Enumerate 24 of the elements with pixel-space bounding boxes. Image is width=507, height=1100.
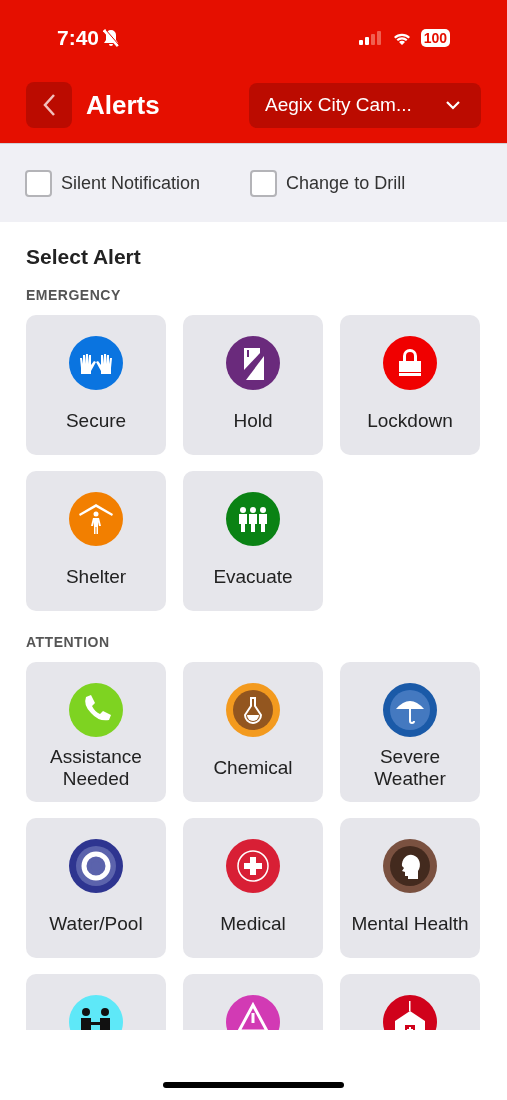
- alert-tile[interactable]: Shelter: [26, 471, 166, 611]
- alert-tile[interactable]: Hold: [183, 315, 323, 455]
- alert-tile[interactable]: Chemical: [183, 662, 323, 802]
- alert-tile[interactable]: Assistance Needed: [26, 662, 166, 802]
- signal-icon: [358, 30, 383, 45]
- alert-tile[interactable]: Lockdown: [340, 315, 480, 455]
- status-time: 7:40: [57, 24, 100, 51]
- alert-tile[interactable]: Water/Pool: [26, 818, 166, 958]
- battery-indicator: 100: [420, 28, 450, 47]
- alert-tile[interactable]: Severe Weather: [340, 662, 480, 802]
- alert-tile[interactable]: Evacuate: [183, 471, 323, 611]
- back-chevron-icon: [42, 93, 56, 117]
- category-label: ATTENTION: [26, 634, 111, 651]
- page-title: Alerts: [86, 88, 160, 122]
- campus-dropdown[interactable]: Aegix City Cam...: [249, 82, 481, 128]
- alert-tile[interactable]: Secure: [26, 315, 166, 455]
- option-checkbox[interactable]: Silent Notification: [25, 169, 201, 197]
- back-button[interactable]: [26, 82, 72, 128]
- chevron-down-icon: [445, 100, 461, 110]
- category-label: EMERGENCY: [26, 287, 122, 304]
- alert-tile[interactable]: Mental Health: [340, 818, 480, 958]
- section-heading: Select Alert: [26, 244, 142, 270]
- option-checkbox[interactable]: Change to Drill: [250, 169, 406, 197]
- alert-tile[interactable]: Medical: [183, 818, 323, 958]
